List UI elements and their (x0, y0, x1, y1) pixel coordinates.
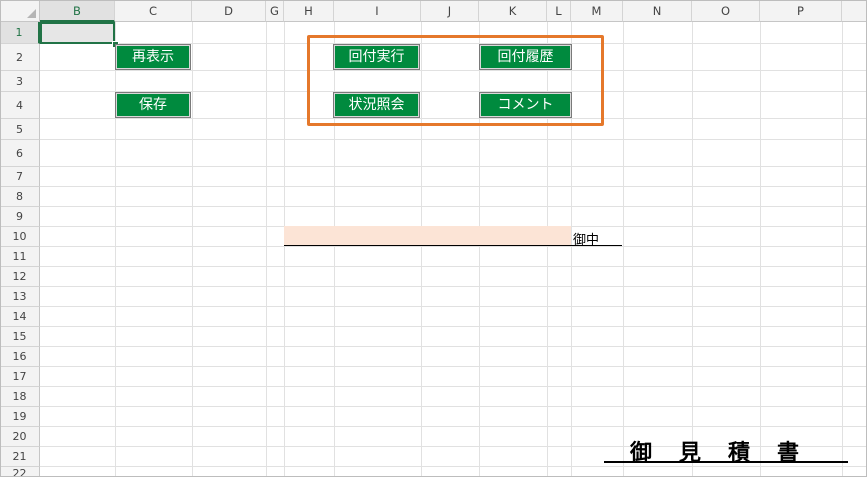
column-header-j[interactable]: J (421, 0, 479, 22)
row-header-6[interactable]: 6 (0, 140, 40, 167)
select-all-corner[interactable] (0, 0, 40, 22)
circulation-history-button[interactable]: 回付履歴 (479, 44, 572, 70)
title-underline (604, 461, 848, 463)
column-header-h[interactable]: H (284, 0, 334, 22)
row-header-7[interactable]: 7 (0, 167, 40, 187)
gridline (40, 266, 867, 267)
recipient-underline (284, 245, 622, 246)
active-cell-b1[interactable] (40, 22, 115, 44)
row-header-12[interactable]: 12 (0, 267, 40, 287)
gridline (40, 386, 867, 387)
row-header-1[interactable]: 1 (0, 22, 40, 44)
row-header-19[interactable]: 19 (0, 407, 40, 427)
recipient-name-input[interactable] (284, 226, 571, 245)
row-header-5[interactable]: 5 (0, 119, 40, 140)
row-header-22[interactable]: 22 (0, 467, 40, 477)
column-header-c[interactable]: C (115, 0, 192, 22)
column-header-next[interactable] (842, 0, 867, 22)
row-header-13[interactable]: 13 (0, 287, 40, 307)
gridline (40, 326, 867, 327)
recipient-suffix: 御中 (573, 233, 600, 248)
row-header-2[interactable]: 2 (0, 44, 40, 71)
row-header-11[interactable]: 11 (0, 247, 40, 267)
comment-button[interactable]: コメント (479, 92, 572, 118)
row-header-20[interactable]: 20 (0, 427, 40, 447)
gridline (40, 426, 867, 427)
gridline (40, 346, 867, 347)
column-header-g[interactable]: G (266, 0, 284, 22)
gridline (40, 406, 867, 407)
column-header-o[interactable]: O (692, 0, 760, 22)
column-header-b[interactable]: B (40, 0, 115, 22)
column-header-l[interactable]: L (547, 0, 571, 22)
gridline (40, 246, 867, 247)
gridline (40, 166, 867, 167)
row-header-10[interactable]: 10 (0, 227, 40, 247)
column-header-p[interactable]: P (760, 0, 842, 22)
row-header-18[interactable]: 18 (0, 387, 40, 407)
row-header-17[interactable]: 17 (0, 367, 40, 387)
column-header-n[interactable]: N (623, 0, 692, 22)
status-inquiry-button[interactable]: 状況照会 (333, 92, 420, 118)
row-header-8[interactable]: 8 (0, 187, 40, 207)
gridline (40, 139, 867, 140)
gridline (40, 206, 867, 207)
row-header-9[interactable]: 9 (0, 207, 40, 227)
spreadsheet[interactable]: B C D G H I J K L M N O P 1 2 3 4 5 6 7 … (0, 0, 867, 477)
circulate-button[interactable]: 回付実行 (333, 44, 420, 70)
gridline (40, 306, 867, 307)
row-header-14[interactable]: 14 (0, 307, 40, 327)
save-button[interactable]: 保存 (115, 92, 191, 118)
column-header-d[interactable]: D (192, 0, 266, 22)
row-header-3[interactable]: 3 (0, 71, 40, 92)
refresh-button[interactable]: 再表示 (115, 44, 191, 70)
row-header-21[interactable]: 21 (0, 447, 40, 467)
row-header-4[interactable]: 4 (0, 92, 40, 119)
column-header-k[interactable]: K (479, 0, 547, 22)
column-header-i[interactable]: I (334, 0, 421, 22)
gridline (40, 186, 867, 187)
row-header-16[interactable]: 16 (0, 347, 40, 367)
gridline (40, 366, 867, 367)
column-header-m[interactable]: M (571, 0, 623, 22)
select-all-icon (27, 9, 36, 18)
gridline (40, 286, 867, 287)
row-header-15[interactable]: 15 (0, 327, 40, 347)
